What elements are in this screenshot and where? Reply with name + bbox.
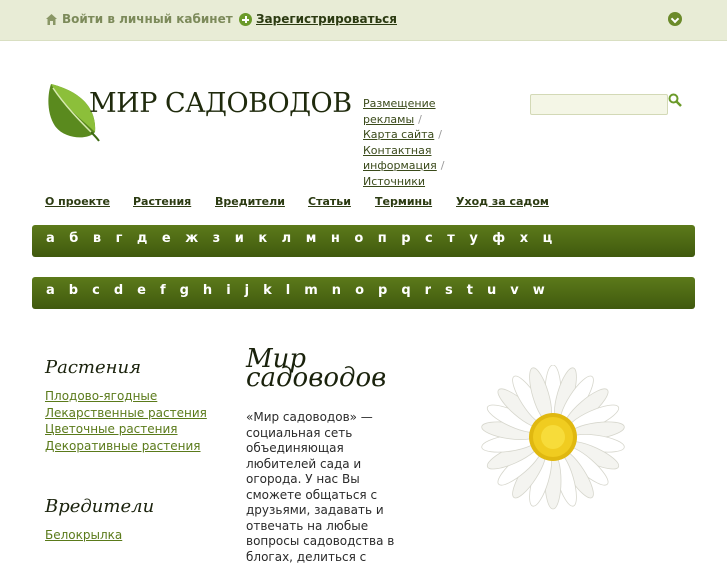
ru-letter[interactable]: з <box>213 231 221 246</box>
nav-about[interactable]: О проекте <box>45 195 110 208</box>
advertising-link[interactable]: Размещение рекламы <box>363 97 436 126</box>
sidebar-item-decorative[interactable]: Декоративные растения <box>45 438 215 455</box>
nav-pests[interactable]: Вредители <box>215 195 285 208</box>
ru-letter[interactable]: р <box>401 231 410 246</box>
en-letter[interactable]: a <box>46 283 55 298</box>
sidebar-item-medicinal[interactable]: Лекарственные растения <box>45 405 215 422</box>
en-letter[interactable]: p <box>378 283 387 298</box>
alphabet-letters-en: abcdefghijklmnopqrstuvw <box>46 283 686 298</box>
en-letter[interactable]: f <box>160 283 166 298</box>
ru-letter[interactable]: д <box>137 231 148 246</box>
en-letter[interactable]: l <box>286 283 290 298</box>
page-title: Мир садоводов <box>246 346 401 391</box>
ru-letter[interactable]: с <box>425 231 433 246</box>
pests-block: Вредители Белокрылка <box>45 496 154 544</box>
alphabet-bar-ru: абвгдежзиклмнопрстуфхц <box>32 225 695 257</box>
alphabet-letters-ru: абвгдежзиклмнопрстуфхц <box>46 231 686 246</box>
pests-heading: Вредители <box>45 496 155 517</box>
ru-letter[interactable]: у <box>469 231 477 246</box>
sidebar: Растения Плодово-ягодные Лекарственные р… <box>45 357 215 542</box>
ru-letter[interactable]: т <box>447 231 455 246</box>
ru-letter[interactable]: е <box>162 231 171 246</box>
chevron-down-icon[interactable] <box>668 12 682 26</box>
en-letter[interactable]: q <box>401 283 410 298</box>
en-letter[interactable]: d <box>114 283 123 298</box>
nav-articles[interactable]: Статьи <box>308 195 351 208</box>
ru-letter[interactable]: м <box>306 231 317 246</box>
sidebar-item-fruit[interactable]: Плодово-ягодные <box>45 388 215 405</box>
en-letter[interactable]: r <box>425 283 431 298</box>
search-input[interactable] <box>530 94 668 115</box>
login-label: Войти в личный кабинет <box>62 12 233 26</box>
en-letter[interactable]: n <box>332 283 341 298</box>
site-title: МИР САДОВОДОВ <box>89 88 352 119</box>
en-letter[interactable]: c <box>92 283 100 298</box>
en-letter[interactable]: v <box>510 283 518 298</box>
ru-letter[interactable]: а <box>46 231 55 246</box>
sidebar-item-flowers[interactable]: Цветочные растения <box>45 421 215 438</box>
en-letter[interactable]: w <box>533 283 545 298</box>
title-line-2: садоводов <box>246 363 387 393</box>
en-letter[interactable]: j <box>245 283 249 298</box>
intro-text: «Мир садоводов» — социальная сеть объеди… <box>246 410 395 564</box>
home-icon <box>46 13 57 25</box>
separator: / <box>418 112 422 126</box>
nav-plants[interactable]: Растения <box>133 195 191 208</box>
separator: / <box>440 159 445 172</box>
separator: / <box>438 128 442 141</box>
en-letter[interactable]: o <box>355 283 364 298</box>
en-letter[interactable]: u <box>487 283 496 298</box>
plus-circle-icon <box>239 12 252 26</box>
en-letter[interactable]: m <box>304 283 318 298</box>
top-links: Размещение рекламы / Карта сайта / Контакт… <box>363 96 473 189</box>
en-letter[interactable]: b <box>69 283 78 298</box>
nav-terms[interactable]: Термины <box>375 195 432 208</box>
main-content: Мир садоводов «Мир садоводов» — социальна… <box>246 346 401 565</box>
en-letter[interactable]: h <box>203 283 212 298</box>
ru-letter[interactable]: и <box>235 231 244 246</box>
daisy-image <box>481 365 625 510</box>
sources-link[interactable]: Источники <box>363 175 425 188</box>
ru-letter[interactable]: л <box>282 231 292 246</box>
en-letter[interactable]: e <box>137 283 146 298</box>
register-link[interactable]: Зарегистрироваться <box>239 12 397 26</box>
ru-letter[interactable]: п <box>378 231 387 246</box>
en-letter[interactable]: s <box>445 283 453 298</box>
ru-letter[interactable]: ф <box>492 231 505 246</box>
contact-link[interactable]: Контактная информация <box>363 144 437 173</box>
plants-heading: Растения <box>45 357 142 378</box>
top-bar: Войти в личный кабинет Зарегистрироватьс… <box>0 0 727 41</box>
ru-letter[interactable]: г <box>116 231 123 246</box>
ru-letter[interactable]: х <box>520 231 528 246</box>
en-letter[interactable]: t <box>467 283 473 298</box>
site-logo[interactable]: МИР САДОВОДОВ <box>45 82 352 142</box>
en-letter[interactable]: g <box>180 283 189 298</box>
ru-letter[interactable]: к <box>258 231 267 246</box>
login-link[interactable]: Войти в личный кабинет <box>45 12 233 26</box>
ru-letter[interactable]: в <box>93 231 101 246</box>
en-letter[interactable]: i <box>226 283 230 298</box>
ru-letter[interactable]: о <box>354 231 363 246</box>
ru-letter[interactable]: ц <box>543 231 553 246</box>
ru-letter[interactable]: н <box>331 231 340 246</box>
ru-letter[interactable]: ж <box>185 231 198 246</box>
search-icon[interactable] <box>668 93 682 107</box>
sidebar-item-whitefly[interactable]: Белокрылка <box>45 527 154 544</box>
ru-letter[interactable]: б <box>69 231 78 246</box>
alphabet-bar-en: abcdefghijklmnopqrstuvw <box>32 277 695 309</box>
en-letter[interactable]: k <box>263 283 272 298</box>
sitemap-link[interactable]: Карта сайта <box>363 128 434 141</box>
nav-garden-care[interactable]: Уход за садом <box>456 195 549 208</box>
register-label: Зарегистрироваться <box>256 12 397 26</box>
